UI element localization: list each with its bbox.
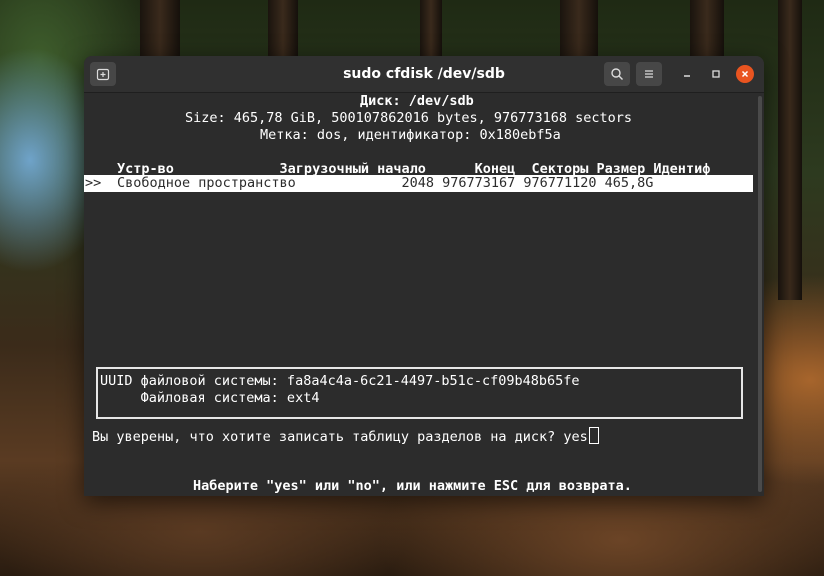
table-row-selected[interactable]: >> Свободное пространство 2048 976773167… [84,175,753,192]
maximize-button[interactable] [707,65,725,83]
search-icon [611,68,623,80]
partition-info-box: UUID файловой системы: fa8a4c4a-6c21-449… [96,367,743,419]
hint-line: Наберите "yes" или "no", или нажмите ESC… [193,478,632,494]
background-tree-trunk [690,0,724,60]
menu-button[interactable] [636,62,662,86]
disk-line: Диск: /dev/sdb [360,93,474,109]
close-button[interactable] [736,65,754,83]
background-tree-trunk [560,0,598,60]
maximize-icon [712,70,720,78]
confirm-prompt: Вы уверены, что хотите записать таблицу … [92,427,599,445]
background-tree-trunk [420,0,442,60]
row-free-space: Свободное пространство 2048 976773167 97… [117,175,654,191]
hamburger-menu-icon [645,70,653,78]
filesystem-line: Файловая система: ext4 [100,390,320,406]
terminal-window: sudo cfdisk /dev/sdb Диск: /dev/sdb Size… [84,56,764,496]
scrollbar[interactable] [758,96,762,492]
minimize-icon [684,75,690,77]
label-line: Метка: dos, идентификатор: 0x180ebf5a [260,127,561,143]
search-button[interactable] [604,62,630,86]
size-line: Size: 465,78 GiB, 500107862016 bytes, 97… [185,110,633,126]
background-tree-trunk [140,0,180,60]
window-title: sudo cfdisk /dev/sdb [343,66,505,82]
background-tree-trunk [268,0,298,60]
background-tree-trunk [778,0,802,300]
close-icon [741,70,749,78]
terminal-area[interactable]: Диск: /dev/sdb Size: 465,78 GiB, 5001078… [84,93,756,496]
minimize-button[interactable] [678,65,696,83]
title-bar: sudo cfdisk /dev/sdb [84,56,764,93]
confirm-prompt-text: Вы уверены, что хотите записать таблицу … [92,429,588,445]
row-marker: >> [85,175,102,191]
uuid-line: UUID файловой системы: fa8a4c4a-6c21-449… [100,373,580,389]
text-cursor [588,427,599,444]
